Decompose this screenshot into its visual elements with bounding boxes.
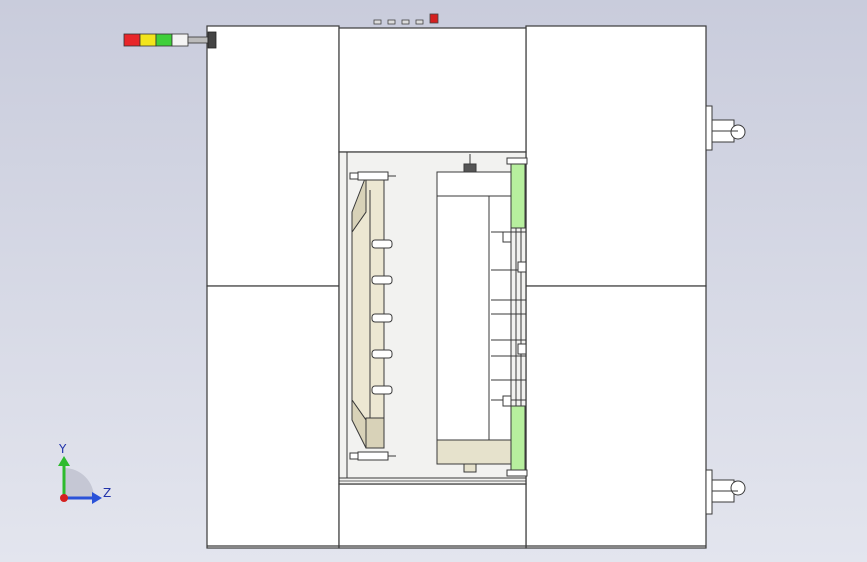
left-top-sensor bbox=[349, 172, 359, 180]
left-frame-bottom-bracket bbox=[357, 451, 389, 461]
z-axis-arrowhead bbox=[92, 492, 102, 504]
mechanism-clamp-1 bbox=[502, 231, 512, 243]
machine-front-view[interactable] bbox=[0, 0, 867, 562]
left-bottom-sensor bbox=[349, 452, 359, 460]
bottom-center-panel bbox=[338, 483, 527, 549]
x-axis-origin bbox=[60, 494, 68, 502]
center-box-bottom-band bbox=[436, 439, 512, 465]
upper-caster-mount bbox=[705, 105, 713, 151]
left-lower-panel bbox=[206, 285, 340, 549]
right-upper-panel bbox=[525, 25, 707, 287]
emergency-stop-button[interactable] bbox=[429, 13, 439, 24]
signal-tower-red-segment bbox=[123, 33, 141, 47]
left-frame-lower-block bbox=[365, 417, 385, 449]
right-lower-panel bbox=[525, 285, 707, 549]
frame-peg-4 bbox=[371, 349, 393, 359]
upper-roller bbox=[510, 163, 526, 229]
signal-tower-stem bbox=[187, 36, 209, 44]
lower-caster-wheel bbox=[730, 480, 746, 496]
upper-roller-cap bbox=[506, 157, 528, 165]
signal-tower bbox=[123, 31, 217, 49]
upper-caster-wheel bbox=[730, 124, 746, 140]
frame-peg-3 bbox=[371, 313, 393, 323]
frame-peg-1 bbox=[371, 239, 393, 249]
top-center-panel bbox=[338, 27, 527, 153]
left-frame-top-bracket bbox=[357, 171, 389, 181]
lower-caster-mount bbox=[705, 469, 713, 515]
signal-tower-green-segment bbox=[155, 33, 173, 47]
control-buttons[interactable] bbox=[373, 13, 439, 25]
cad-viewport[interactable]: Y Z bbox=[0, 0, 867, 562]
button-2[interactable] bbox=[387, 19, 396, 25]
coordinate-triad bbox=[58, 456, 102, 504]
center-box-bottom-fitting bbox=[463, 463, 477, 473]
button-3[interactable] bbox=[401, 19, 410, 25]
center-box-top-band bbox=[436, 171, 512, 197]
button-1[interactable] bbox=[373, 19, 382, 25]
mechanism-clamp-3 bbox=[517, 261, 527, 273]
signal-tower-yellow-segment bbox=[139, 33, 157, 47]
frame-peg-5 bbox=[371, 385, 393, 395]
frame-peg-2 bbox=[371, 275, 393, 285]
lower-roller bbox=[510, 405, 526, 471]
lower-roller-cap bbox=[506, 469, 528, 477]
mechanism-clamp-4 bbox=[517, 343, 527, 355]
z-axis-label: Z bbox=[103, 486, 112, 500]
right-casters bbox=[705, 105, 746, 515]
signal-tower-mount bbox=[207, 31, 217, 49]
center-box bbox=[436, 154, 512, 473]
button-4[interactable] bbox=[415, 19, 424, 25]
signal-tower-white-segment bbox=[171, 33, 189, 47]
y-axis-label: Y bbox=[59, 442, 67, 456]
mechanism-clamp-2 bbox=[502, 395, 512, 407]
y-axis-arrowhead bbox=[58, 456, 70, 466]
center-box-top-fitting bbox=[463, 163, 477, 173]
triad-quarter-disc bbox=[64, 468, 94, 498]
left-upper-panel bbox=[206, 25, 340, 287]
